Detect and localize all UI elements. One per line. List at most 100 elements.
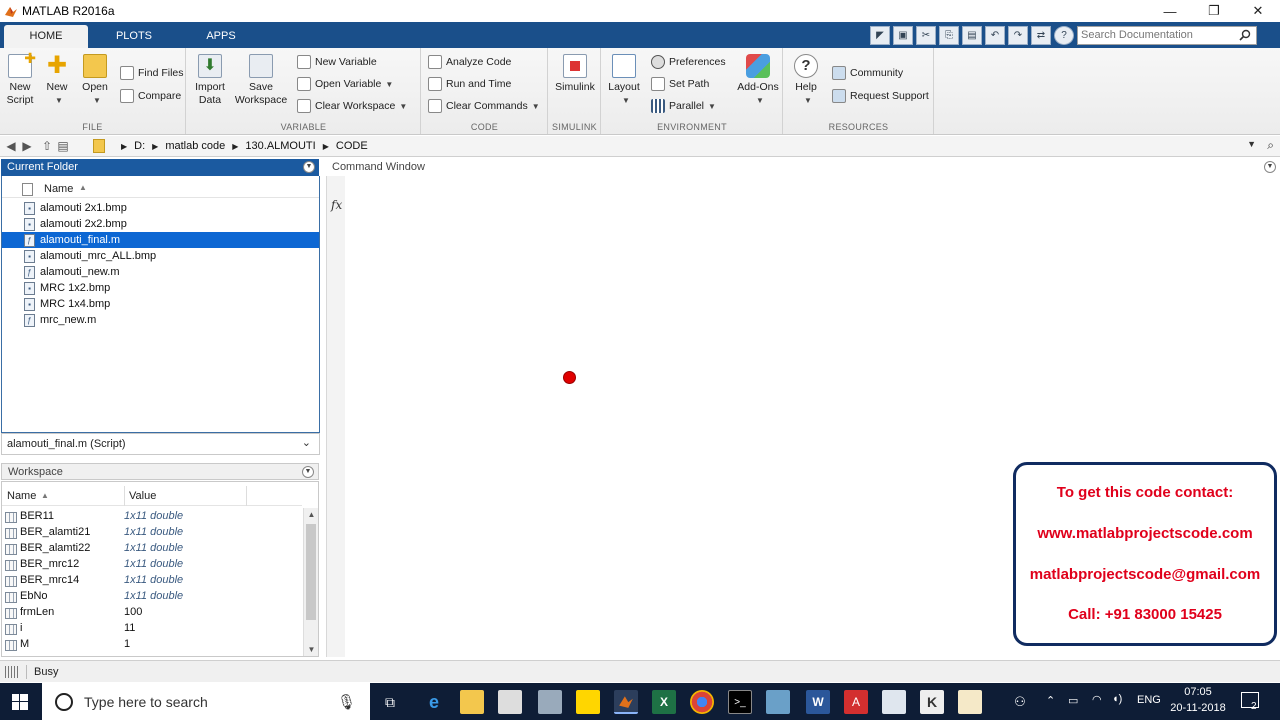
name-column-header[interactable]: Name ▲ [2,180,319,198]
up-folder-icon[interactable]: ⇧ [39,139,55,153]
certificate-app-icon[interactable] [958,690,982,714]
help-button[interactable]: ? Help ▼ [786,52,826,107]
panel-menu-icon[interactable]: ▼ [303,161,315,173]
forward-arrow-icon[interactable]: ▶ [19,139,35,153]
clock-date[interactable]: 20-11-2018 [1168,702,1228,714]
acrobat-icon[interactable]: A [844,690,868,714]
scroll-down-icon[interactable]: ▼ [304,645,318,654]
new-button[interactable]: ✚ New ▼ [37,52,77,107]
excel-icon[interactable]: X [652,690,676,714]
workspace-variable-row[interactable]: BER_alamti22 1x11 double [2,540,302,556]
quick-access-pin-icon[interactable]: ◤ [870,26,890,45]
file-list-item[interactable]: ▪ MRC 1x4.bmp [2,296,319,312]
clear-commands-button[interactable]: Clear Commands ▼ [428,97,540,115]
file-details-bar[interactable]: alamouti_final.m (Script) ⌄ [1,433,320,455]
search-documentation-input[interactable]: Search Documentation [1077,26,1257,45]
maximize-button[interactable]: ❐ [1194,0,1234,22]
quick-access-cut-icon[interactable]: ✂ [916,26,936,45]
scroll-up-icon[interactable]: ▲ [304,510,318,519]
function-browser-icon[interactable]: fx [331,198,342,212]
command-window-header[interactable]: Command Window ▼ [326,159,1276,176]
file-list-item[interactable]: ƒ alamouti_new.m [2,264,319,280]
battery-icon[interactable]: ▭ [1068,694,1078,707]
file-list-item[interactable]: ▪ alamouti 2x2.bmp [2,216,319,232]
workspace-variable-row[interactable]: BER_mrc14 1x11 double [2,572,302,588]
panel-menu-icon[interactable]: ▼ [1264,161,1276,173]
photos-icon[interactable] [766,690,790,714]
current-folder-header[interactable]: Current Folder ▼ [1,159,319,176]
people-icon[interactable]: ⚇ [1008,690,1032,714]
workspace-scrollbar[interactable]: ▲ ▼ [303,508,318,656]
task-view-icon[interactable]: ⧉ [378,690,402,714]
parallel-button[interactable]: Parallel ▼ [651,97,716,115]
panel-menu-icon[interactable]: ▼ [302,466,314,478]
workspace-variable-row[interactable]: BER11 1x11 double [2,508,302,524]
workspace-variable-row[interactable]: BER_mrc12 1x11 double [2,556,302,572]
workspace-variable-row[interactable]: BER_alamti21 1x11 double [2,524,302,540]
file-list-item[interactable]: ▪ alamouti_mrc_ALL.bmp [2,248,319,264]
request-support-button[interactable]: Request Support [832,87,929,105]
clear-workspace-button[interactable]: Clear Workspace ▼ [297,97,407,115]
volume-icon[interactable]: ◖) [1112,693,1122,705]
set-path-button[interactable]: Set Path [651,75,709,93]
chevron-down-icon[interactable]: ⌄ [302,436,311,449]
preferences-button[interactable]: Preferences [651,53,726,71]
new-variable-button[interactable]: New Variable [297,53,377,71]
compare-button[interactable]: Compare [120,87,181,105]
name-column-header[interactable]: Name [7,490,36,502]
workspace-header[interactable]: Workspace ▼ [1,463,319,480]
workspace-variable-row[interactable]: M1 [2,636,302,652]
save-workspace-button[interactable]: Save Workspace [233,52,289,107]
import-data-button[interactable]: ⬇ Import Data [190,52,230,107]
file-explorer-icon[interactable] [460,690,484,714]
add-ons-button[interactable]: Add-Ons ▼ [736,52,780,107]
breadcrumb-item[interactable]: D: [134,140,145,152]
minimize-button[interactable]: — [1150,0,1190,22]
quick-access-save-icon[interactable]: ▣ [893,26,913,45]
matlab-taskbar-icon[interactable] [614,690,638,714]
input-language[interactable]: ENG [1137,694,1161,706]
simulink-button[interactable]: Simulink [553,52,597,94]
run-and-time-button[interactable]: Run and Time [428,75,511,93]
analyze-code-button[interactable]: Analyze Code [428,53,511,71]
quick-access-copy-icon[interactable]: ⎘ [939,26,959,45]
windows-start-icon[interactable] [12,694,28,710]
tab-home[interactable]: HOME [4,25,88,48]
file-list-item[interactable]: ▪ MRC 1x2.bmp [2,280,319,296]
taskbar-search-box[interactable]: Type here to search 🎙 [42,683,370,720]
clock-time[interactable]: 07:05 [1168,686,1228,698]
word-icon[interactable]: W [806,690,830,714]
help-icon[interactable]: ? [1054,26,1074,45]
tab-apps[interactable]: APPS [184,25,258,48]
wifi-icon[interactable]: ◠ [1092,693,1102,706]
breadcrumb-item[interactable]: 130.ALMOUTI [245,140,315,152]
tab-plots[interactable]: PLOTS [96,25,172,48]
notepad-icon[interactable] [882,690,906,714]
path-dropdown-chevron-icon[interactable]: ▼ [1247,139,1256,149]
command-prompt-icon[interactable]: >_ [728,690,752,714]
quick-access-undo-icon[interactable]: ↶ [985,26,1005,45]
network-app-icon[interactable] [538,690,562,714]
new-script-button[interactable]: ✚ New Script [0,51,40,107]
sticky-notes-icon[interactable] [576,690,600,714]
keil-icon[interactable]: K [920,690,944,714]
tray-expand-icon[interactable]: ⌃ [1046,694,1055,707]
edge-browser-icon[interactable]: e [422,690,446,714]
path-search-icon[interactable]: ⌕ [1267,138,1274,153]
file-list-item[interactable]: ƒ mrc_new.m [2,312,319,328]
microphone-icon[interactable]: 🎙 [337,693,356,711]
breadcrumb-item[interactable]: matlab code [165,140,225,152]
open-variable-button[interactable]: Open Variable ▼ [297,75,393,93]
workspace-variable-row[interactable]: i 11 [2,620,302,636]
back-arrow-icon[interactable]: ◀ [3,139,19,153]
layout-button[interactable]: Layout ▼ [604,52,644,107]
find-files-button[interactable]: Find Files [120,64,184,82]
workspace-variable-row[interactable]: frmLen 100 [2,604,302,620]
value-column-header[interactable]: Value [129,490,156,502]
quick-access-redo-icon[interactable]: ↷ [1008,26,1028,45]
workspace-variable-row[interactable]: EbNo 1x11 double [2,588,302,604]
breadcrumb-item[interactable]: CODE [336,140,368,152]
store-icon[interactable] [498,690,522,714]
community-button[interactable]: Community [832,64,903,82]
quick-access-paste-icon[interactable]: ▤ [962,26,982,45]
